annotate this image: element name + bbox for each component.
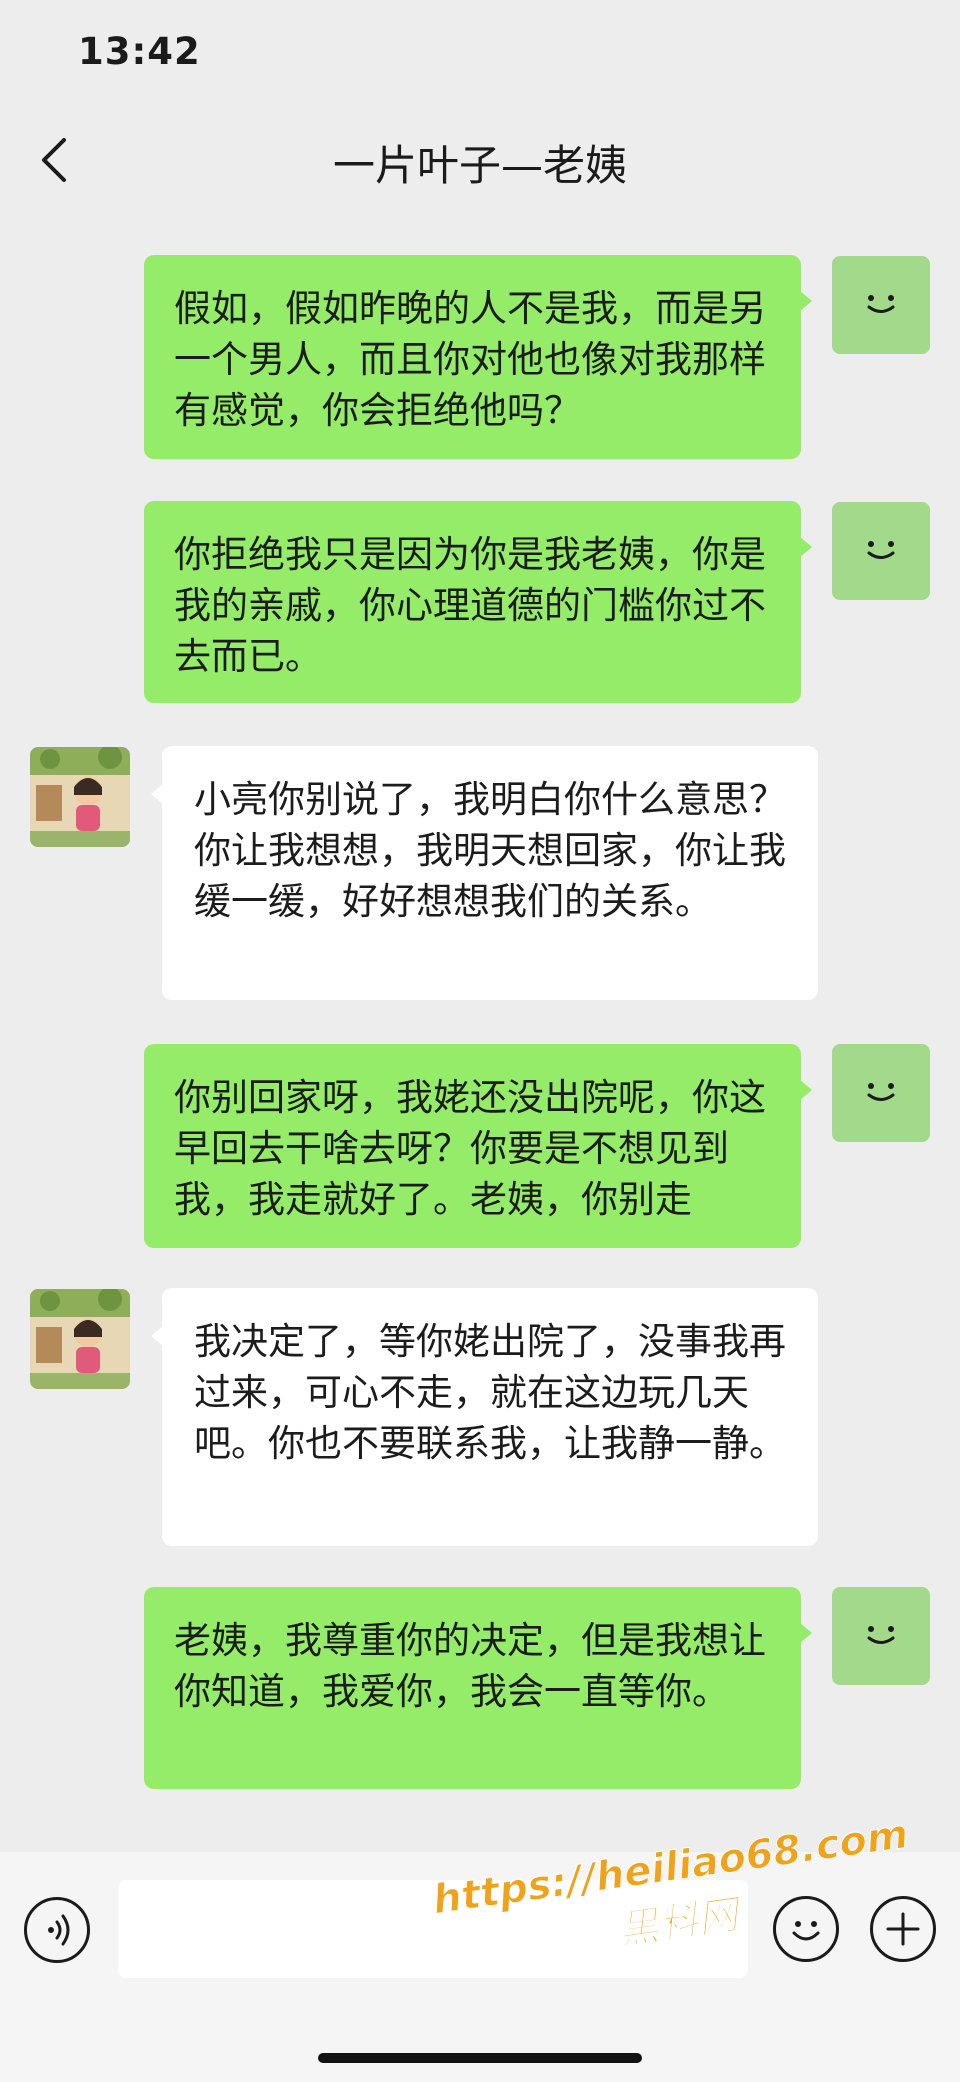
voice-icon <box>48 1914 70 1946</box>
outgoing-message-bubble[interactable]: 你别回家呀，我姥还没出院呢，你这早回去干啥去呀？你要是不想见到我，我走就好了。老… <box>144 1044 812 1248</box>
smiley-icon <box>867 1626 895 1644</box>
chat-header: 一片叶子—老姨 <box>0 120 960 210</box>
outgoing-message-bubble[interactable]: 你拒绝我只是因为你是我老姨，你是我的亲戚，你心理道德的门槛你过不去而已。 <box>144 501 812 703</box>
status-time: 13:42 <box>78 30 201 73</box>
my-avatar[interactable] <box>832 502 930 600</box>
cartoon-girl-avatar-icon <box>30 1289 130 1389</box>
home-indicator <box>318 2053 642 2063</box>
smiley-icon <box>867 1083 895 1101</box>
contact-avatar[interactable] <box>30 1289 130 1389</box>
chat-title: 一片叶子—老姨 <box>332 141 627 190</box>
outgoing-message-bubble[interactable]: 假如，假如昨晚的人不是我，而是另一个男人，而且你对他也像对我那样有感觉，你会拒绝… <box>144 255 812 459</box>
smiley-icon <box>867 295 895 313</box>
my-avatar[interactable] <box>832 1587 930 1685</box>
outgoing-message-bubble[interactable]: 老姨，我尊重你的决定，但是我想让你知道，我爱你，我会一直等你。 <box>144 1587 812 1789</box>
contact-avatar[interactable] <box>30 747 130 847</box>
voice-button[interactable] <box>24 1897 90 1963</box>
incoming-message-bubble[interactable]: 小亮你别说了，我明白你什么意思？你让我想想，我明天想回家，你让我缓一缓，好好想想… <box>151 746 818 1000</box>
smiley-icon <box>867 541 895 559</box>
my-avatar[interactable] <box>832 256 930 354</box>
my-avatar[interactable] <box>832 1044 930 1142</box>
cartoon-girl-avatar-icon <box>30 747 130 847</box>
incoming-message-bubble[interactable]: 我决定了，等你姥出院了，没事我再过来，可心不走，就在这边玩几天吧。你也不要联系我… <box>151 1288 818 1546</box>
